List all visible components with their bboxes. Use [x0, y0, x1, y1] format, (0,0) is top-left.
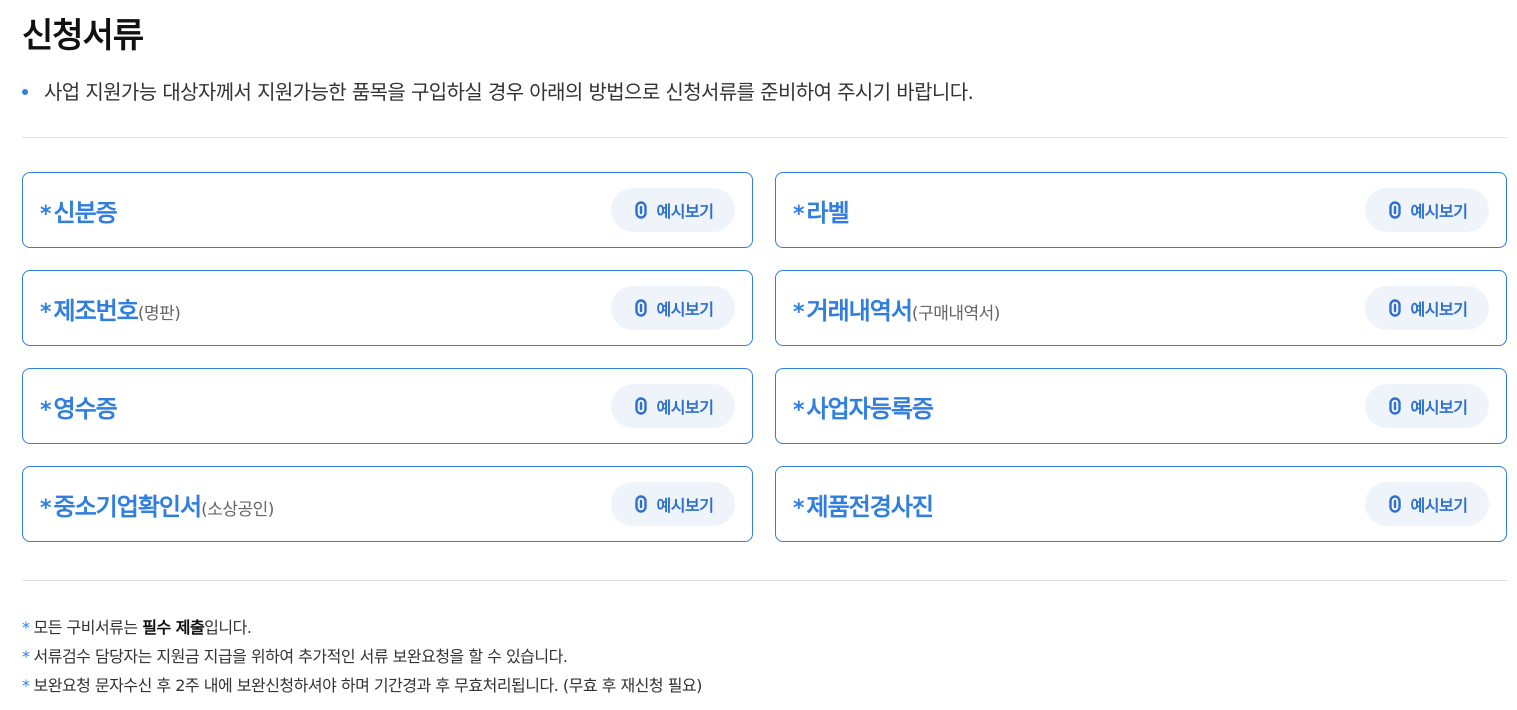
preview-button-product-photo[interactable]: 예시보기: [1365, 482, 1489, 526]
preview-button-label: 예시보기: [656, 300, 714, 319]
link-icon: [634, 201, 647, 219]
document-subtitle: (구매내역서): [911, 303, 1000, 324]
note-star: *: [22, 618, 30, 637]
document-title: 제조번호: [53, 296, 139, 325]
note-bold-text: 필수 제출: [142, 618, 205, 637]
required-star: *: [40, 299, 52, 325]
page-title: 신청서류: [22, 16, 144, 56]
document-subtitle: (소상공인): [201, 499, 274, 520]
required-star: *: [40, 201, 52, 227]
link-icon: [634, 495, 647, 513]
note-text-end: 입니다.: [204, 618, 252, 637]
preview-button-label: 예시보기: [1410, 202, 1468, 221]
note-item: * 모든 구비서류는 필수 제출입니다.: [22, 617, 702, 646]
document-title: 제품전경사진: [806, 492, 934, 521]
preview-button-label: 예시보기: [1410, 496, 1468, 515]
document-label: * 제품전경사진: [793, 487, 934, 522]
required-star: *: [793, 397, 805, 423]
application-documents-page: 신청서류 사업 지원가능 대상자께서 지원가능한 품목을 구입하실 경우 아래의…: [0, 0, 1517, 710]
link-icon: [634, 397, 647, 415]
document-label: * 거래내역서 (구매내역서): [793, 291, 1000, 326]
note-star: *: [22, 676, 30, 695]
document-subtitle: (명판): [137, 303, 181, 324]
link-icon: [1388, 299, 1401, 317]
document-card-sme-certificate: * 중소기업확인서 (소상공인) 예시보기: [22, 466, 753, 542]
link-icon: [1388, 495, 1401, 513]
documents-grid: * 신분증 예시보기 * 라벨 예시보기 * 제조번호 (명판) 예시보기 * …: [22, 172, 1507, 542]
document-title: 영수증: [53, 394, 118, 423]
required-star: *: [793, 495, 805, 521]
note-text: 보완요청 문자수신 후 2주 내에 보완신청하셔야 하며 기간경과 후 무효처리…: [33, 676, 703, 695]
notes-list: * 모든 구비서류는 필수 제출입니다. * 서류검수 담당자는 지원금 지급을 위…: [22, 617, 702, 704]
note-item: * 서류검수 담당자는 지원금 지급을 위하여 추가적인 서류 보완요청을 할 수…: [22, 646, 702, 675]
document-title: 중소기업확인서: [53, 492, 203, 521]
document-card-business-registration: * 사업자등록증 예시보기: [775, 368, 1507, 444]
intro-text-row: 사업 지원가능 대상자께서 지원가능한 품목을 구입하실 경우 아래의 방법으로…: [22, 76, 974, 105]
preview-button-label: 예시보기: [1410, 300, 1468, 319]
note-star: *: [22, 647, 30, 666]
required-star: *: [793, 299, 805, 325]
document-card-label: * 라벨 예시보기: [775, 172, 1507, 248]
intro-text: 사업 지원가능 대상자께서 지원가능한 품목을 구입하실 경우 아래의 방법으로…: [44, 80, 974, 104]
note-text: 모든 구비서류는: [33, 618, 143, 637]
top-divider: [22, 137, 1507, 138]
required-star: *: [40, 397, 52, 423]
document-label: * 라벨: [793, 193, 850, 228]
document-title: 거래내역서: [806, 296, 913, 325]
preview-button-serial-number[interactable]: 예시보기: [611, 286, 735, 330]
document-title: 신분증: [53, 198, 118, 227]
document-card-transaction-statement: * 거래내역서 (구매내역서) 예시보기: [775, 270, 1507, 346]
preview-button-business-registration[interactable]: 예시보기: [1365, 384, 1489, 428]
document-label: * 사업자등록증: [793, 389, 934, 424]
preview-button-label[interactable]: 예시보기: [1365, 188, 1489, 232]
document-label: * 중소기업확인서 (소상공인): [40, 487, 274, 522]
bottom-divider: [22, 580, 1507, 581]
preview-button-id-card[interactable]: 예시보기: [611, 188, 735, 232]
preview-button-receipt[interactable]: 예시보기: [611, 384, 735, 428]
link-icon: [634, 299, 647, 317]
required-star: *: [793, 201, 805, 227]
preview-button-sme-certificate[interactable]: 예시보기: [611, 482, 735, 526]
link-icon: [1388, 201, 1401, 219]
note-item: * 보완요청 문자수신 후 2주 내에 보완신청하셔야 하며 기간경과 후 무효처…: [22, 675, 702, 704]
preview-button-transaction-statement[interactable]: 예시보기: [1365, 286, 1489, 330]
document-card-receipt: * 영수증 예시보기: [22, 368, 753, 444]
document-label: * 영수증: [40, 389, 118, 424]
document-label: * 신분증: [40, 193, 118, 228]
preview-button-label: 예시보기: [656, 202, 714, 221]
document-card-id-card: * 신분증 예시보기: [22, 172, 753, 248]
document-label: * 제조번호 (명판): [40, 291, 181, 326]
preview-button-label: 예시보기: [1410, 398, 1468, 417]
preview-button-label: 예시보기: [656, 496, 714, 515]
note-text: 서류검수 담당자는 지원금 지급을 위하여 추가적인 서류 보완요청을 할 수 …: [33, 647, 568, 666]
preview-button-label: 예시보기: [656, 398, 714, 417]
required-star: *: [40, 495, 52, 521]
document-title: 라벨: [806, 198, 850, 227]
bullet-dot-icon: [22, 88, 28, 95]
document-title: 사업자등록증: [806, 394, 934, 423]
document-card-product-photo: * 제품전경사진 예시보기: [775, 466, 1507, 542]
document-card-serial-number: * 제조번호 (명판) 예시보기: [22, 270, 753, 346]
link-icon: [1388, 397, 1401, 415]
